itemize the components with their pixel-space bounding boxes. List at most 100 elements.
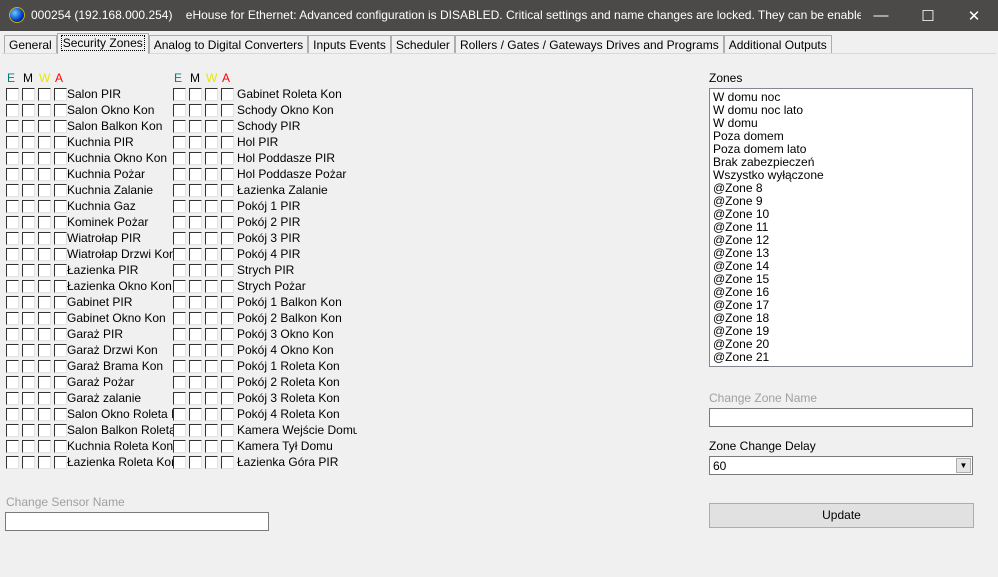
checkbox-a[interactable] [54, 360, 67, 373]
checkbox-a[interactable] [221, 152, 234, 165]
checkbox-a[interactable] [54, 216, 67, 229]
checkbox-m[interactable] [22, 136, 35, 149]
checkbox-m[interactable] [189, 440, 202, 453]
checkbox-a[interactable] [54, 136, 67, 149]
checkbox-w[interactable] [38, 104, 51, 117]
checkbox-a[interactable] [221, 296, 234, 309]
checkbox-m[interactable] [22, 360, 35, 373]
checkbox-w[interactable] [38, 344, 51, 357]
checkbox-a[interactable] [54, 280, 67, 293]
checkbox-m[interactable] [22, 120, 35, 133]
checkbox-w[interactable] [38, 408, 51, 421]
checkbox-w[interactable] [38, 216, 51, 229]
checkbox-w[interactable] [38, 296, 51, 309]
checkbox-w[interactable] [38, 360, 51, 373]
checkbox-e[interactable] [6, 232, 19, 245]
checkbox-a[interactable] [221, 376, 234, 389]
checkbox-e[interactable] [173, 248, 186, 261]
checkbox-e[interactable] [173, 408, 186, 421]
checkbox-m[interactable] [189, 200, 202, 213]
checkbox-m[interactable] [189, 184, 202, 197]
checkbox-a[interactable] [221, 360, 234, 373]
checkbox-w[interactable] [205, 440, 218, 453]
chevron-down-icon[interactable]: ▼ [956, 458, 971, 473]
checkbox-a[interactable] [221, 120, 234, 133]
checkbox-e[interactable] [6, 440, 19, 453]
checkbox-e[interactable] [173, 360, 186, 373]
checkbox-w[interactable] [205, 104, 218, 117]
checkbox-a[interactable] [54, 152, 67, 165]
checkbox-w[interactable] [205, 376, 218, 389]
checkbox-e[interactable] [6, 280, 19, 293]
checkbox-w[interactable] [38, 168, 51, 181]
checkbox-m[interactable] [22, 392, 35, 405]
checkbox-e[interactable] [173, 152, 186, 165]
checkbox-e[interactable] [6, 216, 19, 229]
checkbox-a[interactable] [54, 168, 67, 181]
checkbox-w[interactable] [205, 408, 218, 421]
checkbox-e[interactable] [173, 136, 186, 149]
checkbox-m[interactable] [189, 216, 202, 229]
checkbox-m[interactable] [22, 456, 35, 469]
checkbox-e[interactable] [6, 136, 19, 149]
checkbox-w[interactable] [38, 328, 51, 341]
checkbox-w[interactable] [205, 280, 218, 293]
checkbox-e[interactable] [6, 456, 19, 469]
tab-rollers-gates-gateways-drives-and-programs[interactable]: Rollers / Gates / Gateways Drives and Pr… [454, 35, 724, 54]
checkbox-a[interactable] [54, 440, 67, 453]
checkbox-a[interactable] [221, 136, 234, 149]
checkbox-a[interactable] [221, 200, 234, 213]
checkbox-e[interactable] [173, 264, 186, 277]
checkbox-a[interactable] [54, 376, 67, 389]
checkbox-a[interactable] [54, 232, 67, 245]
checkbox-w[interactable] [205, 328, 218, 341]
checkbox-a[interactable] [221, 104, 234, 117]
checkbox-e[interactable] [173, 216, 186, 229]
update-button[interactable]: Update [709, 503, 974, 528]
checkbox-a[interactable] [221, 408, 234, 421]
tab-general[interactable]: General [4, 35, 57, 54]
checkbox-w[interactable] [205, 184, 218, 197]
checkbox-e[interactable] [6, 376, 19, 389]
checkbox-e[interactable] [173, 392, 186, 405]
checkbox-w[interactable] [205, 232, 218, 245]
checkbox-e[interactable] [173, 120, 186, 133]
checkbox-e[interactable] [173, 168, 186, 181]
checkbox-e[interactable] [173, 456, 186, 469]
checkbox-a[interactable] [221, 424, 234, 437]
checkbox-w[interactable] [38, 136, 51, 149]
checkbox-e[interactable] [6, 328, 19, 341]
checkbox-w[interactable] [205, 424, 218, 437]
checkbox-m[interactable] [189, 152, 202, 165]
checkbox-m[interactable] [22, 440, 35, 453]
checkbox-e[interactable] [6, 248, 19, 261]
checkbox-e[interactable] [6, 120, 19, 133]
checkbox-w[interactable] [38, 232, 51, 245]
checkbox-e[interactable] [173, 424, 186, 437]
checkbox-a[interactable] [54, 456, 67, 469]
checkbox-m[interactable] [22, 168, 35, 181]
checkbox-a[interactable] [54, 296, 67, 309]
checkbox-a[interactable] [54, 344, 67, 357]
checkbox-a[interactable] [221, 344, 234, 357]
checkbox-m[interactable] [189, 232, 202, 245]
checkbox-a[interactable] [221, 168, 234, 181]
checkbox-m[interactable] [22, 280, 35, 293]
checkbox-e[interactable] [6, 312, 19, 325]
checkbox-m[interactable] [22, 312, 35, 325]
zone-change-delay-select[interactable]: 60 ▼ [709, 456, 973, 475]
checkbox-w[interactable] [205, 88, 218, 101]
tab-inputs-events[interactable]: Inputs Events [308, 35, 391, 54]
checkbox-e[interactable] [6, 344, 19, 357]
checkbox-a[interactable] [54, 200, 67, 213]
checkbox-w[interactable] [205, 360, 218, 373]
checkbox-m[interactable] [22, 104, 35, 117]
checkbox-m[interactable] [22, 408, 35, 421]
checkbox-w[interactable] [38, 456, 51, 469]
checkbox-e[interactable] [173, 280, 186, 293]
checkbox-a[interactable] [221, 392, 234, 405]
checkbox-m[interactable] [189, 392, 202, 405]
checkbox-a[interactable] [54, 264, 67, 277]
change-sensor-name-input[interactable] [5, 512, 269, 531]
checkbox-e[interactable] [173, 312, 186, 325]
